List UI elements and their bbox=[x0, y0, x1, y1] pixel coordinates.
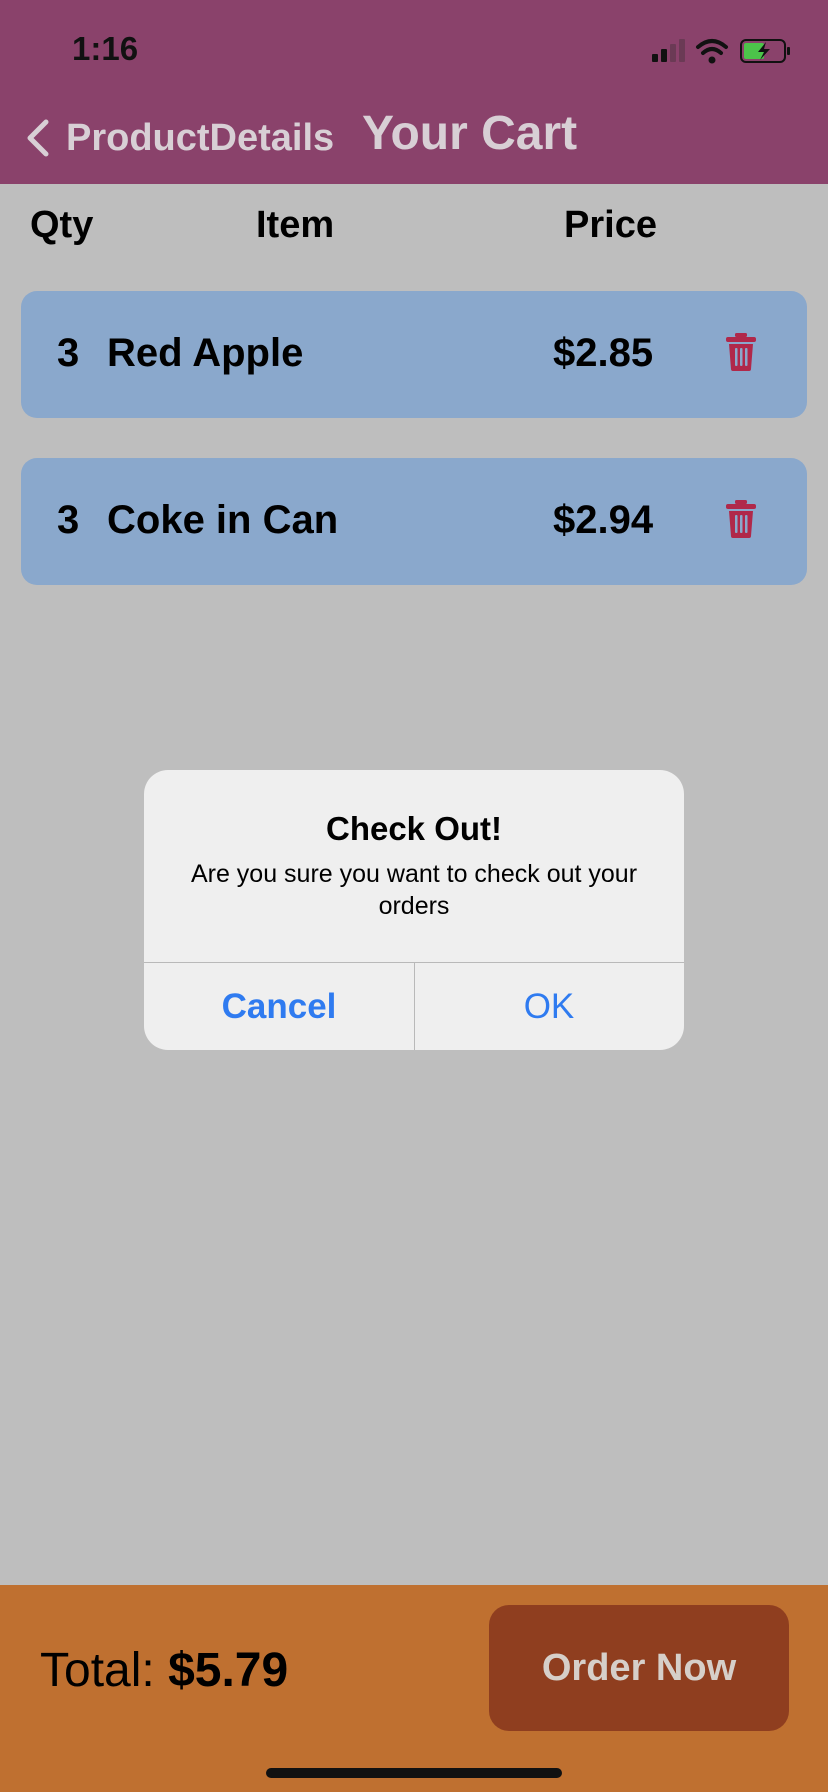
total-label: Total: bbox=[40, 1644, 155, 1697]
item-qty: 3 bbox=[57, 331, 80, 375]
item-name: Red Apple bbox=[107, 331, 304, 375]
cancel-button[interactable]: Cancel bbox=[144, 963, 414, 1050]
trash-icon[interactable] bbox=[725, 333, 757, 371]
column-header-item: Item bbox=[256, 204, 335, 246]
column-header-price: Price bbox=[564, 204, 657, 246]
status-icons bbox=[652, 36, 792, 66]
signal-icon bbox=[652, 39, 685, 62]
wifi-icon bbox=[696, 39, 728, 64]
cart-row[interactable]: 3 Coke in Can $2.94 bbox=[21, 458, 807, 585]
back-button-label: ProductDetails bbox=[66, 116, 335, 159]
order-now-button[interactable]: Order Now bbox=[489, 1605, 789, 1731]
battery-charging-icon bbox=[740, 39, 790, 63]
alert-message: Are you sure you want to check out your … bbox=[190, 860, 638, 920]
status-time: 1:16 bbox=[72, 30, 139, 67]
item-price: $2.94 bbox=[553, 498, 654, 542]
item-price: $2.85 bbox=[553, 331, 654, 375]
trash-icon[interactable] bbox=[725, 500, 757, 538]
item-qty: 3 bbox=[57, 498, 80, 542]
total: Total: $5.79 bbox=[40, 1643, 288, 1698]
item-name: Coke in Can bbox=[107, 498, 339, 542]
cart-screen: 1:16 ProductDetails Your Cart Qty Item P… bbox=[0, 0, 828, 1792]
page-title: Your Cart bbox=[362, 107, 578, 160]
checkout-alert-dialog: Check Out! Are you sure you want to chec… bbox=[144, 770, 684, 1050]
column-header-qty: Qty bbox=[30, 204, 94, 246]
alert-title: Check Out! bbox=[325, 810, 503, 847]
cart-row[interactable]: 3 Red Apple $2.85 bbox=[21, 291, 807, 418]
cart-footer: Total: $5.79 Order Now bbox=[0, 1585, 828, 1792]
back-button[interactable]: ProductDetails bbox=[24, 108, 334, 168]
total-value: $5.79 bbox=[168, 1644, 289, 1697]
chevron-left-icon bbox=[27, 119, 49, 157]
home-indicator[interactable] bbox=[266, 1768, 562, 1778]
app-header: 1:16 ProductDetails Your Cart bbox=[0, 0, 828, 184]
navigation-bar: ProductDetails Your Cart bbox=[0, 107, 828, 168]
ok-button[interactable]: OK bbox=[414, 963, 684, 1050]
